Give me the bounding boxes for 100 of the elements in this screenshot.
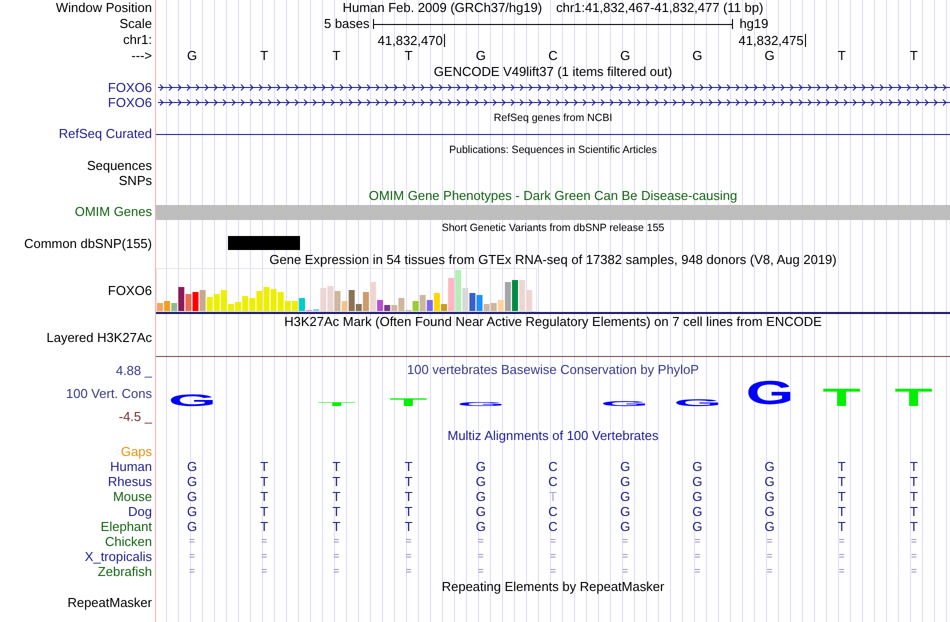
track-label: chr1: [123,33,152,47]
track-title: RefSeq genes from NCBI [494,111,612,125]
species-label: Zebrafish [98,564,152,578]
species-label: Rhesus [108,474,152,488]
aligned-base: C [547,460,559,474]
track-label: 100 Vert. Cons [66,387,152,401]
aligned-base: G [619,460,632,474]
aligned-base: = [838,534,846,548]
aligned-base: = [476,534,485,548]
species-label: Dog [128,504,152,518]
aligned-base: = [404,550,413,564]
coordinate-tick: 41,832,475 [738,34,806,46]
track-title: GENCODE V49lift37 (1 items filtered out) [434,65,672,79]
aligned-base: G [619,474,632,488]
logo-letter: T [390,398,428,407]
base-letter: G [619,49,632,63]
aligned-base: T [836,474,847,488]
base-letter: G [763,49,776,63]
aligned-base: = [260,534,268,548]
aligned-base: G [691,520,704,534]
track-label: Layered H3K27Ac [46,331,152,345]
species-label: Human [110,460,152,474]
coordinate-tick: 41,832,470 [378,34,445,46]
aligned-base: T [331,474,342,488]
species-label: Chicken [105,534,152,548]
track-label: RepeatMasker [67,596,152,610]
aligned-base: = [188,550,196,564]
aligned-base: G [763,474,776,488]
aligned-base: T [404,490,414,504]
aligned-base: T [404,460,414,474]
aligned-base: T [259,504,270,518]
aligned-base: T [404,504,414,518]
base-letter: G [186,49,198,63]
aligned-base: G [619,520,632,534]
logo-letter: G [673,400,722,407]
aligned-base: T [331,504,342,518]
aligned-base: C [547,504,559,518]
strand-label: ---> [131,49,152,63]
aligned-base: C [547,520,559,534]
aligned-base: T [331,490,342,504]
aligned-base: T [259,474,270,488]
assembly-title: Human Feb. 2009 (GRCh37/hg19) [342,1,542,15]
aligned-base: T [404,474,414,488]
aligned-base: = [766,534,774,548]
base-letter: T [836,49,847,63]
aligned-base: G [763,490,776,504]
aligned-base: = [260,564,268,578]
logo-letter: T [894,388,933,407]
aligned-base: = [549,550,557,564]
track-label: Window Position [56,1,152,15]
base-letter: G [691,49,704,63]
aligned-base: = [188,564,196,578]
aligned-base: G [691,490,704,504]
aligned-base: = [766,550,774,564]
track-title: Gene Expression in 54 tissues from GTEx RNA-seq of 17382 samples, 948 donors (V8, Aug 2019) [269,253,837,267]
aligned-base: = [838,564,846,578]
gene-arrow-line[interactable] [158,84,950,91]
track-label: Common dbSNP(155) [24,237,152,251]
position-text: chr1:41,832,467-41,832,477 (11 bp) [556,1,764,15]
aligned-base: G [763,504,776,518]
aligned-base: T [331,460,342,474]
base-letter: T [259,49,270,63]
track-label: Sequences [86,158,152,172]
aligned-base: G [474,490,487,504]
aligned-base: T [908,474,919,488]
aligned-base: G [619,504,632,518]
species-label: Elephant [100,520,152,534]
aligned-base: = [476,564,485,578]
aligned-base: G [691,460,704,474]
aligned-base: G [186,520,198,534]
aligned-base: G [474,460,487,474]
aligned-base: T [908,520,919,534]
track-label: RefSeq Curated [58,127,152,141]
track-title: Repeating Elements by RepeatMasker [442,580,664,594]
aligned-base: = [188,534,196,548]
aligned-base: T [331,520,342,534]
aligned-base: T [548,490,558,504]
aligned-base: = [621,564,630,578]
assembly-text: hg19 [738,17,770,31]
logo-letter: G [168,394,216,407]
aligned-base: G [763,460,776,474]
aligned-base: = [332,564,340,578]
gene-arrow-line[interactable] [158,99,950,106]
aligned-base: T [259,460,270,474]
aligned-base: = [260,550,268,564]
aligned-base: G [763,520,776,534]
aligned-base: = [332,550,340,564]
base-letter: G [474,49,487,63]
aligned-base: G [186,504,198,518]
species-label: Mouse [112,490,152,504]
axis-min-label: -4.5 _ [118,410,152,424]
aligned-base: = [404,534,413,548]
base-letter: T [404,49,414,63]
aligned-base: = [910,550,918,564]
logo-letter: G [745,382,794,407]
scale-text: 5 bases [324,17,371,31]
aligned-base: C [547,474,559,488]
aligned-base: = [766,564,774,578]
aligned-base: = [621,550,630,564]
aligned-base: T [836,490,847,504]
